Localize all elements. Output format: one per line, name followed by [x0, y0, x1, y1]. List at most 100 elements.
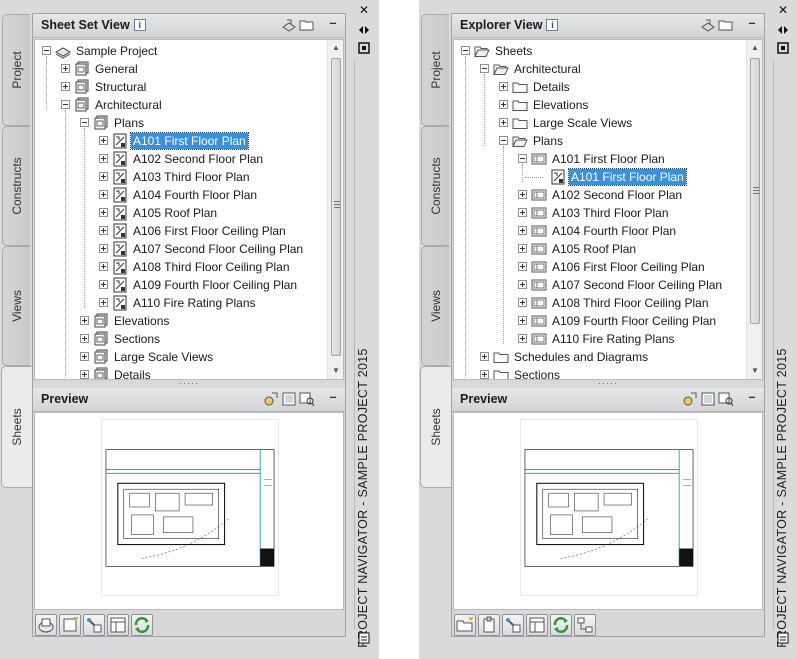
tree-item[interactable]: Elevations — [454, 96, 746, 114]
clipboard-icon[interactable] — [478, 614, 500, 636]
collapse-icon[interactable] — [61, 100, 70, 109]
scroll-down-arrow[interactable]: ▼ — [331, 366, 341, 376]
expand-icon[interactable] — [518, 334, 527, 343]
tree-item[interactable]: Sheets — [454, 42, 746, 60]
tree-item[interactable]: A106 First Floor Ceiling Plan — [35, 222, 327, 240]
expand-icon[interactable] — [61, 82, 70, 91]
expand-icon[interactable] — [80, 352, 89, 361]
tree-item[interactable]: Sample Project — [35, 42, 327, 60]
tree-item[interactable]: Schedules and Diagrams — [454, 348, 746, 366]
collapse-icon[interactable] — [518, 154, 527, 163]
pane-splitter[interactable]: ····· — [452, 379, 764, 388]
collapse-icon[interactable] — [80, 118, 89, 127]
info-icon[interactable]: i — [546, 18, 559, 31]
tab-project[interactable]: Project — [421, 14, 449, 126]
expand-icon[interactable] — [518, 226, 527, 235]
close-icon[interactable]: ✕ — [777, 4, 789, 16]
auto-hide-icon[interactable] — [777, 24, 789, 36]
expand-icon[interactable] — [480, 352, 489, 361]
preview-details-icon[interactable] — [263, 391, 279, 407]
tree-item[interactable]: A104 Fourth Floor Plan — [454, 222, 746, 240]
tree-item[interactable]: Architectural — [454, 60, 746, 78]
collapse-icon[interactable] — [480, 64, 489, 73]
scroll-thumb[interactable] — [750, 58, 760, 324]
tree-item[interactable]: A110 Fire Rating Plans — [35, 294, 327, 312]
minimize-tree-button[interactable]: – — [746, 16, 758, 32]
expand-icon[interactable] — [99, 154, 108, 163]
tree-scrollbar[interactable]: ▲ ▼ — [327, 40, 343, 379]
info-icon[interactable]: i — [133, 18, 146, 31]
tree-item[interactable]: A101 First Floor Plan — [454, 150, 746, 168]
zoom-icon[interactable] — [299, 391, 315, 407]
menu-icon[interactable] — [777, 632, 789, 644]
preview-details-icon[interactable] — [682, 391, 698, 407]
tab-constructs[interactable]: Constructs — [421, 126, 449, 246]
expand-icon[interactable] — [99, 280, 108, 289]
expand-icon[interactable] — [99, 190, 108, 199]
tree-item[interactable]: A108 Third Floor Ceiling Plan — [454, 294, 746, 312]
expand-icon[interactable] — [99, 208, 108, 217]
tab-sheets[interactable]: Sheets — [1, 366, 32, 488]
expand-icon[interactable] — [99, 172, 108, 181]
sheet-properties-icon[interactable] — [502, 614, 524, 636]
scroll-up-arrow[interactable]: ▲ — [331, 43, 341, 53]
tree-item[interactable]: A102 Second Floor Plan — [35, 150, 327, 168]
scroll-thumb[interactable] — [331, 58, 341, 356]
collapse-icon[interactable] — [42, 46, 51, 55]
expand-icon[interactable] — [499, 118, 508, 127]
expand-icon[interactable] — [480, 370, 489, 379]
tree-item[interactable]: A103 Third Floor Plan — [35, 168, 327, 186]
tree-item[interactable]: A104 Fourth Floor Plan — [35, 186, 327, 204]
expand-icon[interactable] — [518, 298, 527, 307]
expand-icon[interactable] — [499, 100, 508, 109]
collapse-icon[interactable] — [499, 136, 508, 145]
expand-icon[interactable] — [80, 334, 89, 343]
minimize-preview-button[interactable]: – — [327, 390, 339, 406]
expand-icon[interactable] — [80, 370, 89, 379]
new-folder-icon[interactable] — [454, 614, 476, 636]
tree-item[interactable]: A109 Fourth Floor Ceiling Plan — [35, 276, 327, 294]
publish-icon[interactable] — [35, 614, 57, 636]
open-folder-icon[interactable] — [299, 17, 315, 33]
expand-icon[interactable] — [99, 298, 108, 307]
refresh-icon[interactable] — [131, 614, 153, 636]
tree-item[interactable]: Plans — [35, 114, 327, 132]
tree-item[interactable]: Elevations — [35, 312, 327, 330]
expand-icon[interactable] — [61, 64, 70, 73]
expand-icon[interactable] — [99, 244, 108, 253]
open-folder-icon[interactable] — [718, 17, 734, 33]
sheet-list-icon[interactable] — [107, 614, 129, 636]
expand-icon[interactable] — [518, 208, 527, 217]
tree-item[interactable]: General — [35, 60, 327, 78]
repath-icon[interactable] — [574, 614, 596, 636]
tree-item[interactable]: A107 Second Floor Ceiling Plan — [35, 240, 327, 258]
expand-icon[interactable] — [99, 136, 108, 145]
tree-item[interactable]: Architectural — [35, 96, 327, 114]
tree-scrollbar[interactable]: ▲ ▼ — [746, 40, 762, 379]
tab-project[interactable]: Project — [2, 14, 30, 126]
expand-icon[interactable] — [518, 244, 527, 253]
sheet-properties-icon[interactable] — [83, 614, 105, 636]
tree-item[interactable]: A108 Third Floor Ceiling Plan — [35, 258, 327, 276]
tab-constructs[interactable]: Constructs — [2, 126, 30, 246]
new-sheet-icon[interactable] — [59, 614, 81, 636]
zoom-icon[interactable] — [718, 391, 734, 407]
minimize-preview-button[interactable]: – — [746, 390, 758, 406]
expand-icon[interactable] — [99, 226, 108, 235]
expand-icon[interactable] — [80, 316, 89, 325]
tree-item[interactable]: Structural — [35, 78, 327, 96]
expand-icon[interactable] — [518, 280, 527, 289]
tree-item[interactable]: A110 Fire Rating Plans — [454, 330, 746, 348]
auto-hide-icon[interactable] — [358, 24, 370, 36]
pane-splitter[interactable]: ····· — [33, 379, 345, 388]
tree-item[interactable]: A105 Roof Plan — [454, 240, 746, 258]
expand-icon[interactable] — [518, 190, 527, 199]
tree-item[interactable]: A101 First Floor Plan — [35, 132, 327, 150]
preview-icon[interactable] — [700, 391, 716, 407]
expand-icon[interactable] — [499, 82, 508, 91]
tree-item[interactable]: A101 First Floor Plan — [454, 168, 746, 186]
tree-item[interactable]: Large Scale Views — [454, 114, 746, 132]
tree-item[interactable]: A103 Third Floor Plan — [454, 204, 746, 222]
preview-icon[interactable] — [281, 391, 297, 407]
scroll-down-arrow[interactable]: ▼ — [750, 366, 760, 376]
